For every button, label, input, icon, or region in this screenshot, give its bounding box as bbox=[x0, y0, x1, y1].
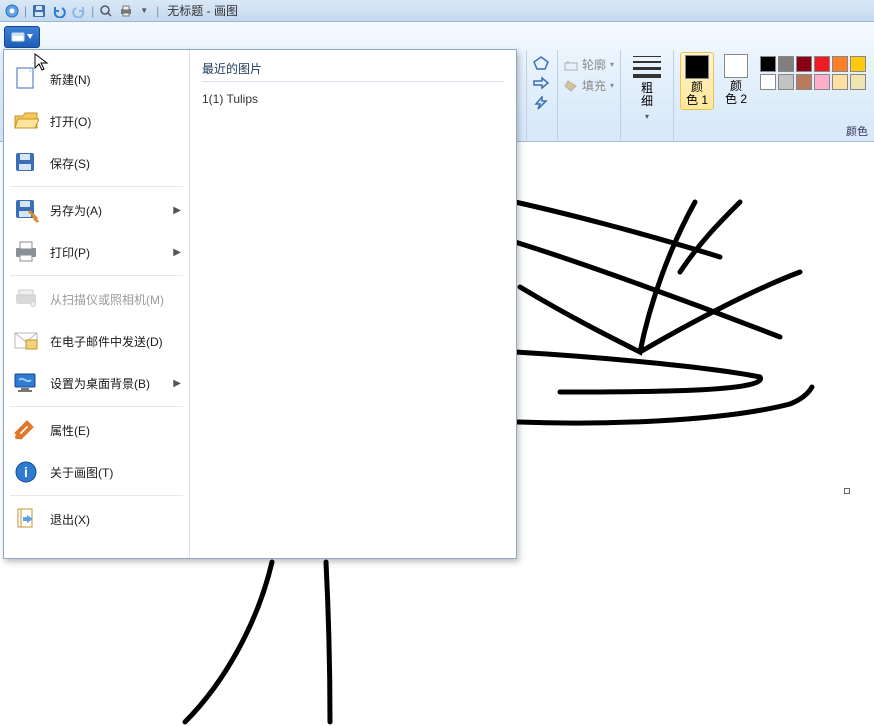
color-2-slot[interactable]: 颜 色 2 bbox=[720, 52, 752, 108]
divider: | bbox=[91, 4, 94, 18]
menu-item-label: 新建(N) bbox=[50, 71, 91, 88]
print-qat-icon[interactable] bbox=[118, 3, 134, 19]
chevron-down-icon: ▾ bbox=[610, 81, 614, 90]
palette-swatch[interactable] bbox=[796, 74, 812, 90]
chevron-down-icon: ▾ bbox=[645, 112, 649, 121]
recent-header: 最近的图片 bbox=[202, 60, 504, 82]
chevron-down-icon[interactable]: ▼ bbox=[140, 6, 148, 15]
pentagon-icon[interactable] bbox=[533, 56, 549, 70]
menu-item-label: 退出(X) bbox=[50, 511, 90, 528]
menu-item-label: 打开(O) bbox=[50, 113, 91, 130]
menu-item-label: 设置为桌面背景(B) bbox=[50, 375, 150, 392]
palette-swatch[interactable] bbox=[814, 74, 830, 90]
svg-text:i: i bbox=[24, 464, 28, 480]
properties-icon bbox=[12, 416, 40, 444]
palette-swatch[interactable] bbox=[760, 74, 776, 90]
search-qat-icon[interactable] bbox=[98, 3, 114, 19]
title-bar: | | ▼ | 无标题 - 画图 bbox=[0, 0, 874, 22]
save-icon bbox=[12, 149, 40, 177]
colors-group-label: 颜色 bbox=[846, 123, 868, 139]
menu-item-about[interactable]: i 关于画图(T) bbox=[4, 451, 189, 493]
fill-label: 填充 bbox=[582, 77, 606, 94]
about-icon: i bbox=[12, 458, 40, 486]
menu-item-exit[interactable]: 退出(X) bbox=[4, 498, 189, 540]
outline-option[interactable]: 轮廓 ▾ bbox=[564, 56, 614, 73]
desktop-icon bbox=[12, 369, 40, 397]
menu-item-label: 在电子邮件中发送(D) bbox=[50, 333, 163, 350]
window-title: 无标题 - 画图 bbox=[167, 2, 238, 19]
palette-swatch[interactable] bbox=[778, 74, 794, 90]
exit-icon bbox=[12, 505, 40, 533]
saveas-icon bbox=[12, 196, 40, 224]
chevron-right-icon: ▶ bbox=[173, 205, 181, 216]
chevron-down-icon: ▾ bbox=[610, 60, 614, 69]
menu-item-label: 关于画图(T) bbox=[50, 464, 113, 481]
undo-icon[interactable] bbox=[51, 3, 67, 19]
color-1-swatch bbox=[685, 55, 709, 79]
email-icon bbox=[12, 327, 40, 355]
menu-item-open[interactable]: 打开(O) bbox=[4, 100, 189, 142]
palette-swatch[interactable] bbox=[814, 56, 830, 72]
outline-label: 轮廓 bbox=[582, 56, 606, 73]
menu-item-label: 另存为(A) bbox=[50, 202, 102, 219]
chevron-right-icon: ▶ bbox=[173, 378, 181, 389]
menu-item-print[interactable]: 打印(P) ▶ bbox=[4, 231, 189, 273]
menu-item-new[interactable]: 新建(N) bbox=[4, 58, 189, 100]
file-menu-tab[interactable] bbox=[4, 26, 40, 48]
fill-option[interactable]: 填充 ▾ bbox=[564, 77, 614, 94]
palette-swatch[interactable] bbox=[850, 74, 866, 90]
chevron-right-icon: ▶ bbox=[173, 247, 181, 258]
color-2-swatch bbox=[724, 54, 748, 78]
color-2-label: 颜 色 2 bbox=[725, 80, 747, 106]
palette-swatch[interactable] bbox=[760, 56, 776, 72]
size-button[interactable]: 粗 细 ▾ bbox=[627, 52, 667, 125]
file-menu-dropdown: 新建(N) 打开(O) 保存(S) 另存为(A) ▶ 打印(P) ▶ 从扫描仪或照相机(M) 在… bbox=[3, 49, 517, 559]
palette-swatch[interactable] bbox=[850, 56, 866, 72]
file-menu-list: 新建(N) 打开(O) 保存(S) 另存为(A) ▶ 打印(P) ▶ 从扫描仪或照相机(M) 在… bbox=[4, 50, 190, 558]
menu-item-scanner[interactable]: 从扫描仪或照相机(M) bbox=[4, 278, 189, 320]
menu-item-label: 属性(E) bbox=[50, 422, 90, 439]
scanner-icon bbox=[12, 285, 40, 313]
palette-swatch[interactable] bbox=[832, 56, 848, 72]
recent-file-item[interactable]: 1(1) Tulips bbox=[202, 88, 504, 110]
shape-tools bbox=[533, 52, 551, 110]
print-icon bbox=[12, 238, 40, 266]
redo-icon[interactable] bbox=[71, 3, 87, 19]
palette-swatch[interactable] bbox=[778, 56, 794, 72]
ribbon-visible-section: 轮廓 ▾ 填充 ▾ 粗 细 ▾ bbox=[526, 50, 874, 142]
palette-swatch[interactable] bbox=[832, 74, 848, 90]
menu-item-email[interactable]: 在电子邮件中发送(D) bbox=[4, 320, 189, 362]
save-icon[interactable] bbox=[31, 3, 47, 19]
menu-item-label: 从扫描仪或照相机(M) bbox=[50, 291, 164, 308]
menu-item-saveas[interactable]: 另存为(A) ▶ bbox=[4, 189, 189, 231]
resize-handle[interactable] bbox=[844, 488, 850, 494]
lightning-icon[interactable] bbox=[533, 96, 549, 110]
open-icon bbox=[12, 107, 40, 135]
divider: | bbox=[156, 4, 159, 18]
color-1-label: 颜 色 1 bbox=[686, 81, 708, 107]
arrow-shape-icon[interactable] bbox=[533, 76, 549, 90]
menu-item-properties[interactable]: 属性(E) bbox=[4, 409, 189, 451]
ribbon: 轮廓 ▾ 填充 ▾ 粗 细 ▾ bbox=[0, 22, 874, 142]
menu-item-label: 保存(S) bbox=[50, 155, 90, 172]
app-icon bbox=[4, 3, 20, 19]
menu-item-desktop[interactable]: 设置为桌面背景(B) ▶ bbox=[4, 362, 189, 404]
color-palette bbox=[758, 52, 872, 90]
cursor-pointer-icon bbox=[34, 53, 50, 73]
quick-access-toolbar: | | ▼ | bbox=[4, 3, 159, 19]
color-1-slot[interactable]: 颜 色 1 bbox=[680, 52, 714, 110]
menu-item-label: 打印(P) bbox=[50, 244, 90, 261]
size-label: 粗 细 bbox=[641, 82, 653, 108]
divider: | bbox=[24, 4, 27, 18]
palette-swatch[interactable] bbox=[796, 56, 812, 72]
menu-item-save[interactable]: 保存(S) bbox=[4, 142, 189, 184]
